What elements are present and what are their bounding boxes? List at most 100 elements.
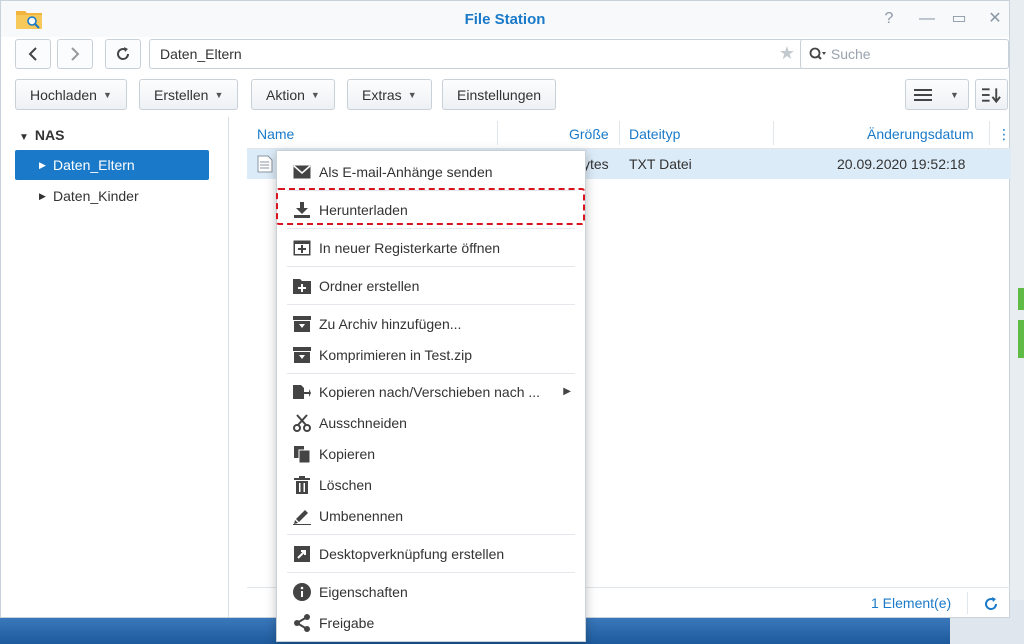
refresh-icon[interactable] xyxy=(983,596,999,612)
column-type[interactable]: Dateityp xyxy=(629,126,680,142)
column-options-icon[interactable]: ⋮ xyxy=(997,126,1011,143)
menu-item-send-email[interactable]: Als E-mail-Anhänge senden xyxy=(277,156,585,187)
title-bar[interactable]: File Station ? — ▭ ✕ xyxy=(1,1,1009,37)
menu-item-cut[interactable]: Ausschneiden xyxy=(277,407,585,438)
shortcut-icon xyxy=(293,545,311,563)
maximize-icon[interactable]: ▭ xyxy=(949,9,969,29)
menu-item-copy[interactable]: Kopieren xyxy=(277,438,585,469)
download-icon xyxy=(293,201,311,219)
column-header: Name Größe Dateityp Änderungsdatum ⋮ xyxy=(247,117,1011,149)
column-size[interactable]: Größe xyxy=(569,126,609,142)
refresh-button[interactable] xyxy=(105,39,141,69)
desktop-widget xyxy=(1018,288,1024,310)
action-button[interactable]: Aktion ▼ xyxy=(251,79,335,110)
copy-icon xyxy=(293,445,311,463)
triangle-right-icon: ▶ xyxy=(39,160,46,170)
settings-button[interactable]: Einstellungen xyxy=(442,79,557,110)
triangle-right-icon: ▶ xyxy=(39,191,46,201)
menu-item-label: Löschen xyxy=(319,476,372,493)
forward-button[interactable] xyxy=(57,39,93,69)
compress-icon xyxy=(293,346,311,364)
menu-divider xyxy=(287,228,575,229)
column-divider xyxy=(619,121,620,145)
caret-down-icon: ▼ xyxy=(950,89,959,100)
chevron-right-icon xyxy=(71,47,80,61)
sidebar-item-daten-kinder[interactable]: ▶ Daten_Kinder xyxy=(15,181,209,211)
menu-item-label: Eigenschaften xyxy=(319,583,408,600)
menu-item-properties[interactable]: Eigenschaften xyxy=(277,576,585,607)
cell-type: TXT Datei xyxy=(629,156,692,172)
context-menu: Als E-mail-Anhänge senden Herunterladen … xyxy=(276,150,586,642)
archive-icon xyxy=(293,315,311,333)
sidebar: ▼ NAS ▶ Daten_Eltern ▶ Daten_Kinder xyxy=(1,117,229,617)
sidebar-root-label: NAS xyxy=(34,127,65,143)
path-input[interactable]: Daten_Eltern ★ xyxy=(149,39,804,69)
menu-item-share[interactable]: Freigabe xyxy=(277,607,585,638)
menu-item-label: Kopieren xyxy=(319,445,376,462)
menu-item-label: Ausschneiden xyxy=(319,414,407,431)
menu-item-label: In neuer Registerkarte öffnen xyxy=(319,239,501,256)
action-label: Aktion xyxy=(266,86,305,103)
sidebar-item-daten-eltern[interactable]: ▶ Daten_Eltern xyxy=(15,150,209,180)
toolbar: Hochladen ▼ Erstellen ▼ Aktion ▼ Extras ▼ Ei… xyxy=(15,79,1009,111)
new-tab-icon xyxy=(293,239,311,257)
star-icon[interactable]: ★ xyxy=(779,43,795,64)
caret-down-icon: ▼ xyxy=(310,89,320,100)
menu-item-delete[interactable]: Löschen xyxy=(277,469,585,500)
menu-divider xyxy=(287,304,575,305)
menu-item-add-archive[interactable]: Zu Archiv hinzufügen... xyxy=(277,308,585,339)
cell-modified: 20.09.2020 19:52:18 xyxy=(837,156,966,172)
column-name[interactable]: Name xyxy=(257,126,294,142)
menu-item-open-new-tab[interactable]: In neuer Registerkarte öffnen xyxy=(277,232,585,263)
menu-item-label: Zu Archiv hinzufügen... xyxy=(319,315,462,332)
menu-divider xyxy=(287,190,575,191)
menu-item-label: Freigabe xyxy=(319,614,375,631)
menu-divider xyxy=(287,572,575,573)
triangle-down-icon: ▼ xyxy=(19,132,29,143)
back-button[interactable] xyxy=(15,39,51,69)
upload-label: Hochladen xyxy=(30,86,97,103)
window-title: File Station xyxy=(464,11,546,28)
list-view-icon xyxy=(914,88,932,101)
cell-size: ytes xyxy=(583,156,609,172)
column-modified[interactable]: Änderungsdatum xyxy=(867,126,974,142)
item-count: 1 Element(e) xyxy=(871,595,952,611)
share-icon xyxy=(293,613,311,632)
menu-item-label: Als E-mail-Anhänge senden xyxy=(319,163,493,180)
extras-label: Extras xyxy=(362,86,402,103)
view-mode-button[interactable]: ▼ xyxy=(905,79,969,110)
chevron-left-icon xyxy=(28,47,37,61)
create-button[interactable]: Erstellen ▼ xyxy=(139,79,239,110)
caret-down-icon: ▼ xyxy=(407,89,417,100)
refresh-icon xyxy=(117,47,130,60)
minimize-icon[interactable]: — xyxy=(917,9,937,29)
extras-button[interactable]: Extras ▼ xyxy=(347,79,432,110)
column-divider xyxy=(989,121,990,145)
menu-item-copy-move[interactable]: Kopieren nach/Verschieben nach ... ▶ xyxy=(277,376,585,407)
menu-item-label: Desktopverknüpfung erstellen xyxy=(319,545,505,562)
pencil-icon xyxy=(293,507,311,525)
menu-item-label: Komprimieren in Test.zip xyxy=(319,346,473,363)
info-icon xyxy=(293,582,311,601)
path-text: Daten_Eltern xyxy=(160,46,242,62)
settings-label: Einstellungen xyxy=(457,86,542,103)
upload-button[interactable]: Hochladen ▼ xyxy=(15,79,127,110)
menu-item-compress-zip[interactable]: Komprimieren in Test.zip xyxy=(277,339,585,370)
help-icon[interactable]: ? xyxy=(879,9,899,29)
column-divider xyxy=(497,121,498,145)
menu-divider xyxy=(287,373,575,374)
copy-move-icon xyxy=(293,383,311,401)
menu-item-label: Kopieren nach/Verschieben nach ... xyxy=(319,383,541,400)
desktop-widget xyxy=(1018,320,1024,358)
sidebar-root[interactable]: ▼ NAS xyxy=(19,127,64,143)
menu-item-rename[interactable]: Umbenennen xyxy=(277,500,585,531)
sort-button[interactable] xyxy=(975,79,1008,110)
menu-item-create-folder[interactable]: Ordner erstellen xyxy=(277,270,585,301)
navigation-bar: Daten_Eltern ★ Suche xyxy=(15,39,1009,71)
menu-item-download[interactable]: Herunterladen xyxy=(277,194,585,225)
caret-down-icon: ▼ xyxy=(214,89,224,100)
scissors-icon xyxy=(293,413,311,432)
close-icon[interactable]: ✕ xyxy=(985,9,1005,29)
menu-item-desktop-shortcut[interactable]: Desktopverknüpfung erstellen xyxy=(277,538,585,569)
search-input[interactable]: Suche xyxy=(800,39,1009,69)
